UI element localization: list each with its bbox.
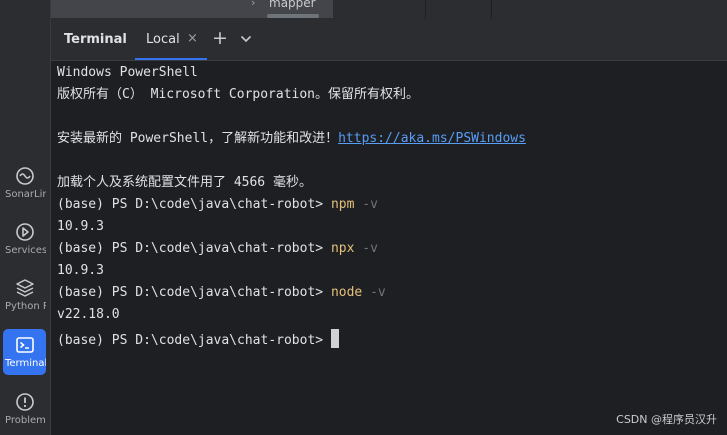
terminal-line: 10.9.3 xyxy=(57,263,104,278)
command: npx xyxy=(330,241,355,256)
tree-item-label[interactable]: mapper xyxy=(269,0,316,10)
sidebar-item-terminal[interactable]: Terminal xyxy=(3,329,46,375)
tree-folder-icon xyxy=(267,14,319,18)
sidebar-item-sonarlint[interactable]: SonarLint xyxy=(3,160,46,206)
terminal-tab-bar: Terminal Local × + xyxy=(51,19,727,61)
chevron-down-icon[interactable] xyxy=(240,33,252,45)
editor-divider xyxy=(425,0,426,19)
text-cursor xyxy=(330,329,339,348)
prompt: (base) PS D:\code\java\chat-robot> xyxy=(57,333,331,348)
sidebar-item-label: Python Packages xyxy=(5,301,46,312)
terminal-line: (base) PS D:\code\java\chat-robot> npx -… xyxy=(57,241,378,257)
terminal-line: 安装最新的 PowerShell，了解新功能和改进！https://aka.ms… xyxy=(57,131,526,147)
sidebar-item-problems[interactable]: Problems xyxy=(3,386,46,432)
sidebar-item-label: SonarLint xyxy=(5,189,46,200)
new-tab-plus-icon[interactable]: + xyxy=(212,27,228,49)
top-strip: › mapper xyxy=(51,0,727,19)
sidebar-item-python-packages[interactable]: Python Packages xyxy=(3,272,46,318)
terminal-line: v22.18.0 xyxy=(57,307,120,322)
terminal-output[interactable]: Windows PowerShell 版权所有（C） Microsoft Cor… xyxy=(51,61,727,435)
command-flag: -v xyxy=(354,197,378,212)
sidebar-item-services[interactable]: Services xyxy=(3,216,46,262)
project-tree-row[interactable]: › mapper xyxy=(51,0,333,18)
terminal-icon xyxy=(15,337,34,353)
sidebar-item-label: Services xyxy=(5,245,46,256)
tree-expand-arrow-icon[interactable]: › xyxy=(251,0,255,9)
command-flag: -v xyxy=(354,241,378,256)
prompt: (base) PS D:\code\java\chat-robot> xyxy=(57,285,331,300)
tab-local[interactable]: Local xyxy=(146,32,180,47)
command: npm xyxy=(330,197,355,212)
editor-divider xyxy=(491,0,492,19)
python-packages-icon xyxy=(15,279,34,297)
command-flag: -v xyxy=(362,285,386,300)
terminal-line: Windows PowerShell xyxy=(57,65,198,80)
prompt: (base) PS D:\code\java\chat-robot> xyxy=(57,241,331,256)
tool-window-sidebar: SonarLint Services Python Packages Termi… xyxy=(0,0,51,435)
prompt: (base) PS D:\code\java\chat-robot> xyxy=(57,197,331,212)
sonarlint-icon xyxy=(15,167,34,185)
terminal-line: (base) PS D:\code\java\chat-robot> npm -… xyxy=(57,197,378,213)
services-icon xyxy=(15,223,34,241)
problems-icon xyxy=(15,393,34,411)
active-tab-indicator xyxy=(135,58,207,60)
close-tab-icon[interactable]: × xyxy=(187,31,198,46)
terminal-line: (base) PS D:\code\java\chat-robot> node … xyxy=(57,285,386,301)
terminal-line: 10.9.3 xyxy=(57,219,104,234)
terminal-line: 版权所有（C） Microsoft Corporation。保留所有权利。 xyxy=(57,87,420,102)
watermark: CSDN @程序员汉升 xyxy=(616,413,717,426)
terminal-line[interactable]: (base) PS D:\code\java\chat-robot> xyxy=(57,329,339,349)
panel-title: Terminal xyxy=(64,32,127,47)
command: node xyxy=(330,285,363,300)
sidebar-item-label: Terminal xyxy=(5,358,46,369)
powershell-link[interactable]: https://aka.ms/PSWindows xyxy=(338,131,526,146)
terminal-text: 安装最新的 PowerShell，了解新功能和改进！ xyxy=(57,131,339,146)
terminal-line: 加载个人及系统配置文件用了 4566 毫秒。 xyxy=(57,175,312,190)
sidebar-item-label: Problems xyxy=(5,415,46,426)
